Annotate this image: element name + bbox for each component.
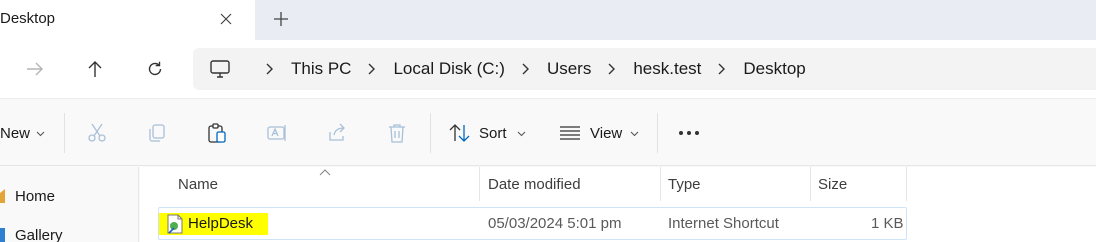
file-list: Name Date modified Type Size HelpDesk 05… [140, 167, 1096, 242]
nav-item-label: Home [15, 187, 56, 205]
chevron-right-icon[interactable] [715, 62, 729, 76]
refresh-icon[interactable] [142, 56, 168, 82]
chevron-right-icon[interactable] [519, 62, 533, 76]
column-header-size[interactable]: Size [818, 167, 847, 201]
paste-icon[interactable] [206, 122, 228, 144]
delete-icon[interactable] [386, 122, 408, 144]
chevron-right-icon[interactable] [365, 62, 379, 76]
column-header-name[interactable]: Name [178, 167, 218, 201]
chevron-down-icon [36, 131, 45, 136]
view-button[interactable]: View [559, 121, 639, 145]
file-date-modified: 05/03/2024 5:01 pm [488, 215, 622, 232]
column-divider[interactable] [660, 167, 661, 201]
breadcrumb-this-pc[interactable]: This PC [291, 59, 351, 79]
tab-desktop[interactable]: Desktop [0, 0, 255, 40]
home-icon [0, 189, 5, 203]
new-label: New [0, 124, 31, 142]
column-divider[interactable] [810, 167, 811, 201]
view-label: View [590, 124, 623, 142]
divider [64, 113, 65, 153]
navigation-pane: Home Gallery [0, 167, 139, 242]
gallery-icon [0, 228, 5, 242]
copy-icon[interactable] [146, 122, 168, 144]
navigation-bar: This PC Local Disk (C:) Users hesk.test … [0, 40, 1096, 98]
column-header-type[interactable]: Type [668, 167, 701, 201]
sort-ascending-icon [319, 169, 331, 176]
chevron-right-icon[interactable] [263, 62, 277, 76]
chevron-down-icon [517, 131, 525, 136]
share-icon[interactable] [326, 122, 348, 144]
forward-arrow-icon[interactable] [22, 56, 48, 82]
breadcrumb: This PC Local Disk (C:) Users hesk.test … [249, 48, 806, 90]
column-divider[interactable] [479, 167, 480, 201]
breadcrumb-desktop[interactable]: Desktop [743, 59, 805, 79]
column-divider[interactable] [906, 167, 907, 201]
up-arrow-icon[interactable] [82, 56, 108, 82]
divider [430, 113, 431, 153]
command-bar: New Sort View [0, 98, 1096, 166]
divider [657, 113, 658, 153]
rename-icon[interactable] [266, 122, 288, 144]
tab-title: Desktop [0, 10, 56, 27]
tab-strip: Desktop [0, 0, 1096, 40]
internet-shortcut-icon [167, 214, 183, 234]
new-tab-plus-icon[interactable] [271, 9, 291, 29]
chevron-down-icon [630, 131, 639, 136]
file-size: 1 KB [871, 215, 904, 232]
nav-item-gallery[interactable]: Gallery [0, 224, 63, 242]
close-icon[interactable] [216, 9, 236, 29]
column-header-date-modified[interactable]: Date modified [488, 167, 581, 201]
new-button[interactable]: New [0, 121, 45, 145]
sort-icon [449, 124, 470, 142]
file-name: HelpDesk [188, 215, 254, 232]
cut-icon[interactable] [86, 122, 108, 144]
this-pc-icon[interactable] [209, 58, 231, 80]
breadcrumb-user-folder[interactable]: hesk.test [633, 59, 701, 79]
file-type: Internet Shortcut [668, 215, 779, 232]
breadcrumb-users[interactable]: Users [547, 59, 591, 79]
sort-label: Sort [479, 124, 507, 142]
view-icon [560, 126, 580, 140]
file-row[interactable]: HelpDesk 05/03/2024 5:01 pm Internet Sho… [158, 207, 907, 240]
nav-item-home[interactable]: Home [0, 185, 55, 207]
more-options-icon[interactable] [678, 122, 700, 144]
sort-button[interactable]: Sort [449, 121, 526, 145]
address-bar[interactable]: This PC Local Disk (C:) Users hesk.test … [193, 48, 1096, 90]
breadcrumb-local-disk[interactable]: Local Disk (C:) [393, 59, 504, 79]
chevron-right-icon[interactable] [605, 62, 619, 76]
nav-item-label: Gallery [15, 226, 63, 242]
